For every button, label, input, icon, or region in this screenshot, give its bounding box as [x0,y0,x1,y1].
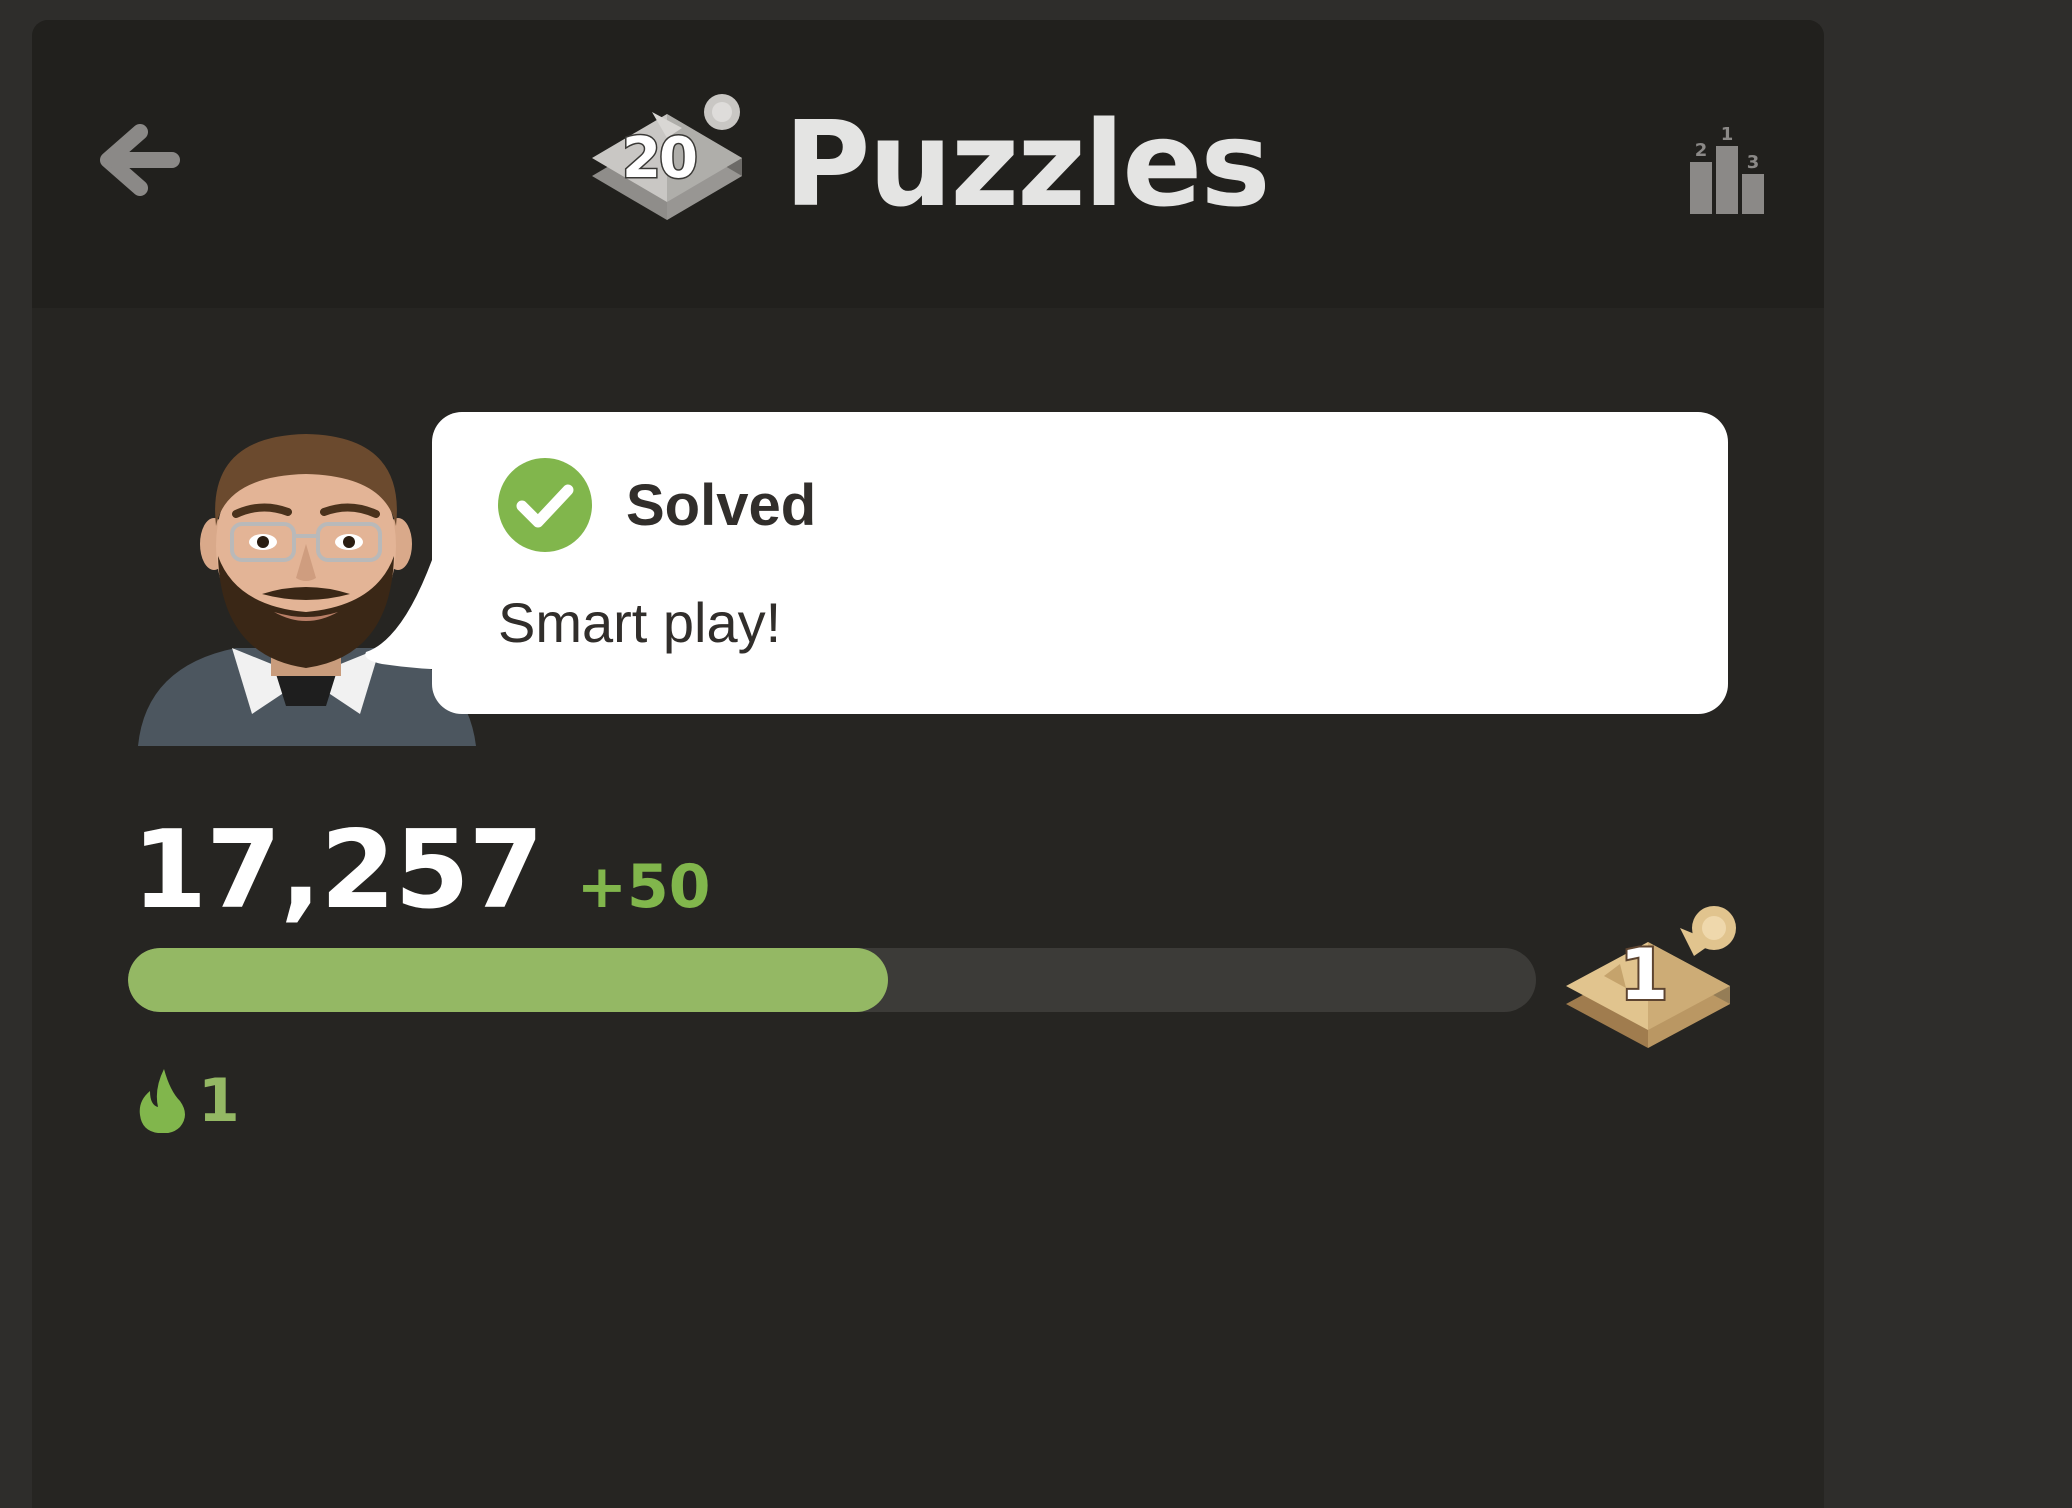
puzzles-panel: 20 Puzzles 2 1 3 Solved Smart play! 17,2… [32,20,1824,1508]
streak: 1 [136,1066,240,1136]
svg-text:3: 3 [1747,152,1760,173]
check-circle-icon [498,458,592,552]
svg-text:1: 1 [1721,124,1734,145]
level-progress-fill [128,948,889,1012]
puzzle-count-badge: 20 [582,84,752,244]
level-badge: 1 [1564,900,1744,1080]
solved-label: Solved [626,472,817,538]
rating-row: 17,257 +50 [132,808,711,933]
rating-delta: +50 [576,852,711,922]
level-number: 1 [1618,932,1671,1018]
podium-icon: 2 1 3 [1690,124,1764,214]
page-title: Puzzles [784,95,1271,233]
puzzle-count-number: 20 [621,125,700,193]
page-title-group: 20 Puzzles [582,84,1271,244]
streak-count: 1 [198,1066,240,1136]
puzzle-rating: 17,257 [132,808,544,933]
arrow-left-icon [100,124,180,196]
svg-text:2: 2 [1695,140,1708,161]
solved-status: Solved [498,458,816,552]
back-button[interactable] [88,112,184,208]
feedback-message: Smart play! [498,591,782,654]
feedback-bubble: Solved Smart play! [432,412,1728,714]
leaderboard-button[interactable]: 2 1 3 [1682,124,1772,214]
level-progress-bar [128,948,1536,1012]
header-bar: 20 Puzzles 2 1 3 [32,20,1824,308]
flame-icon [139,1069,185,1133]
